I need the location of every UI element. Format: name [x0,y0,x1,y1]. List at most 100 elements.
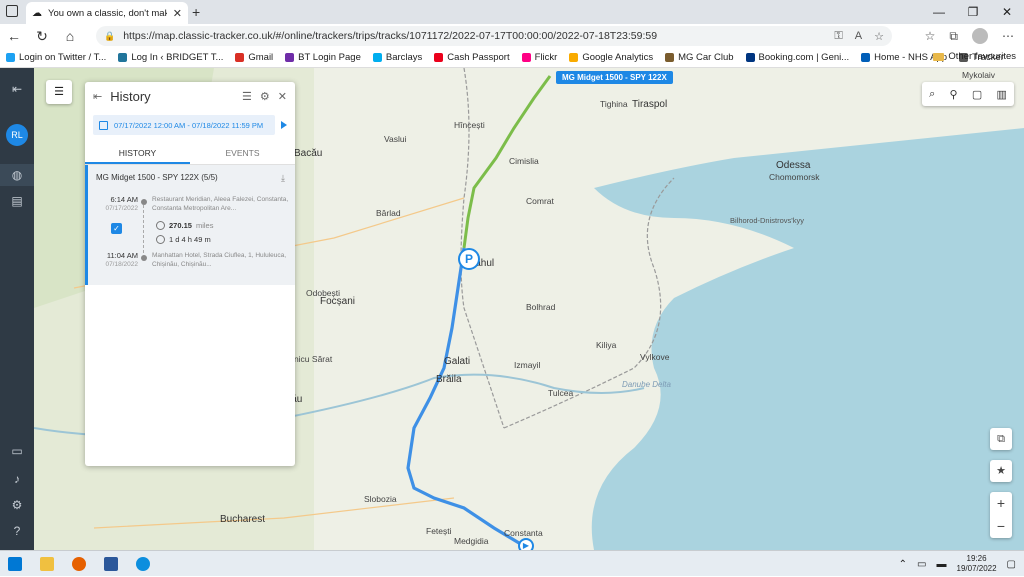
settings-gear-icon[interactable]: ⚙ [0,498,34,512]
end-dot [141,255,147,261]
key-icon[interactable]: ⚿ [834,30,842,43]
place-label: Bolhrad [526,302,556,312]
timeline-line [143,205,145,253]
place-label: Odobești [306,288,341,298]
bell-icon[interactable]: ♪ [0,472,34,486]
map-toolbar: ⌕ ⚲ ▢ ▥ [922,82,1014,106]
trip-item[interactable]: MG Midget 1500 - SPY 122X (5/5) ⤓ 6:14 A… [85,165,295,285]
network-icon[interactable]: ▭ [917,559,926,570]
firefox-icon[interactable] [72,557,86,571]
settings-icon[interactable]: ⚙ [260,90,270,103]
play-icon[interactable] [281,121,287,129]
battery-icon[interactable]: ▬ [937,559,947,570]
place-label: Kiliya [596,340,617,350]
url-text[interactable]: https://map.classic-tracker.co.uk/#/onli… [123,30,826,42]
tab-history[interactable]: HISTORY [85,142,190,164]
file-explorer-icon[interactable] [40,557,54,571]
place-label: Brăila [436,374,462,385]
favorite-label: Log In ‹ BRIDGET T... [131,52,224,63]
refresh-icon[interactable]: ↻ [28,28,56,45]
map-type-icon[interactable]: ⧉ [990,428,1012,450]
tab-actions-icon[interactable] [6,5,18,17]
browser-tabstrip: ☁ You own a classic, don't make it e... … [0,0,1024,24]
back-icon[interactable]: ← [0,28,28,44]
zoom-out-icon[interactable]: − [990,515,1012,538]
avatar[interactable]: RL [6,124,28,146]
profile-icon[interactable] [972,28,988,44]
favorite-link[interactable]: Google Analytics [569,52,661,63]
tracker-app: ⇤ RL ◍ ▤ ▭ ♪ ⚙ ? Tiraspol [0,68,1024,550]
favorite-icon [6,53,15,62]
favorite-star-icon[interactable]: ☆ [874,30,884,43]
download-icon[interactable]: ⤓ [281,173,285,184]
zoom-in-icon[interactable]: + [990,492,1012,515]
place-label: Cimislia [509,156,539,166]
start-time: 6:14 AM [110,195,138,204]
word-icon[interactable] [104,557,118,571]
notifications-icon[interactable]: ▢ [1007,559,1016,570]
edge-icon[interactable] [136,557,150,571]
search-icon[interactable]: ⌕ [929,88,935,101]
tray-chevron-icon[interactable]: ⌃ [899,559,907,570]
help-icon[interactable]: ? [0,524,34,538]
tab-title: You own a classic, don't make it e... [48,7,167,19]
place-label: Bacău [294,148,323,159]
more-menu-icon[interactable]: ⋯ [1002,29,1014,43]
home-icon[interactable]: ⌂ [56,28,84,44]
map-layers-icon[interactable]: ▥ [996,88,1006,101]
restore-icon[interactable]: ❐ [956,0,990,24]
favorite-link[interactable]: MG Car Club [665,52,741,63]
tab-events[interactable]: EVENTS [190,142,295,164]
lock-icon: 🔒 [104,30,116,41]
list-view-icon[interactable]: ☰ [46,80,72,104]
close-window-icon[interactable]: ✕ [990,0,1024,24]
end-date: 07/18/2022 [105,261,138,268]
favorite-link[interactable]: Log In ‹ BRIDGET T... [118,52,231,63]
favorite-link[interactable]: Gmail [235,52,281,63]
place-label: Slobozia [364,494,397,504]
place-label: Tiraspol [632,99,668,110]
folder-icon [933,52,945,61]
place-label: Mykolaiv [962,70,996,80]
date-range-picker[interactable]: 07/17/2022 12:00 AM - 07/18/2022 11:59 P… [93,115,275,135]
favorite-icon [861,53,871,62]
read-aloud-icon[interactable]: A [855,30,862,43]
collections-icon[interactable]: ⧉ [949,29,958,44]
favorite-link[interactable]: Barclays [372,52,430,63]
parking-pin[interactable]: P [458,248,480,270]
favorite-link[interactable]: BT Login Page [285,52,369,63]
place-label: Hîncești [454,120,485,130]
start-pin-icon[interactable]: ▶ [518,538,534,550]
favorite-icon [434,53,444,62]
favorite-link[interactable]: Booking.com | Geni... [745,52,858,63]
place-label: Medgidia [454,536,489,546]
other-favorites[interactable]: Other favourites [933,51,1016,62]
draw-area-icon[interactable]: ▢ [972,88,982,101]
collapse-panel-icon[interactable]: ⇤ [93,90,102,103]
favorite-icon [118,53,128,62]
favorite-label: Login on Twitter / T... [19,52,107,63]
start-windows-icon[interactable] [8,557,22,571]
favorite-link[interactable]: Cash Passport [434,52,517,63]
clock-date: 19/07/2022 [956,564,997,573]
reports-icon[interactable]: ▤ [0,194,34,208]
tracker-label[interactable]: MG Midget 1500 - SPY 122X [556,71,673,84]
trip-checkbox[interactable]: ✓ [111,223,122,234]
favorite-link[interactable]: Flickr [521,52,566,63]
close-icon[interactable]: ✕ [278,90,287,103]
url-bar[interactable]: 🔒 https://map.classic-tracker.co.uk/#/on… [96,26,892,46]
favorite-star-icon[interactable]: ★ [990,460,1012,482]
menu-icon[interactable]: ☰ [242,90,252,103]
collapse-menu-icon[interactable]: ⇤ [0,82,34,96]
address-toolbar: ← ↻ ⌂ 🔒 https://map.classic-tracker.co.u… [0,24,1024,48]
favorite-link[interactable]: Login on Twitter / T... [6,52,114,63]
browser-tab[interactable]: ☁ You own a classic, don't make it e... … [26,2,188,24]
tab-close-icon[interactable]: ✕ [173,7,182,20]
location-pin-icon[interactable]: ⚲ [950,88,958,101]
clock[interactable]: 19:26 19/07/2022 [957,554,997,574]
new-tab-icon[interactable]: + [192,4,200,20]
favorites-icon[interactable]: ☆ [925,29,936,43]
globe-icon[interactable]: ◍ [0,164,34,186]
minimize-icon[interactable]: — [922,0,956,24]
chat-icon[interactable]: ▭ [0,444,34,458]
